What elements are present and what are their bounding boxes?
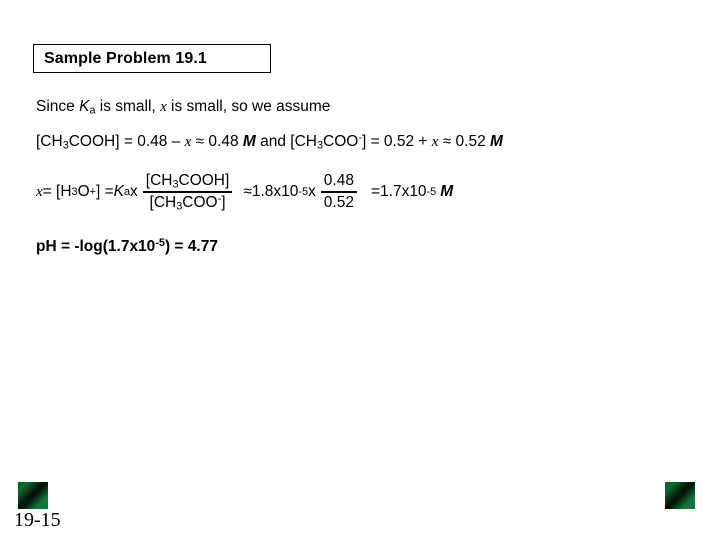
- acetate-open: [CH: [290, 133, 317, 150]
- slide-canvas: Sample Problem 19.1 Since Ka is small, x…: [0, 0, 720, 540]
- assumption-middle: is small,: [95, 98, 161, 115]
- hydronium-oxygen: O: [77, 183, 90, 200]
- result-equals: =: [370, 183, 381, 200]
- page-number: 19-15: [14, 509, 61, 531]
- acid-unit-molar: M: [242, 133, 256, 150]
- num-rest: COOH]: [178, 172, 230, 189]
- assumption-prefix: Since: [36, 98, 80, 115]
- ratio-fraction: 0.48 0.52: [320, 172, 357, 212]
- ratio-denominator: 0.52: [323, 194, 354, 211]
- ph-suffix: ) = 4.77: [164, 238, 218, 255]
- variable-x: x: [160, 99, 167, 115]
- assumption-statement: Since Ka is small, x is small, so we ass…: [36, 98, 330, 116]
- result-unit-molar: M: [440, 183, 454, 200]
- page-title: Sample Problem 19.1: [44, 49, 207, 67]
- acid-approx: ≈ 0.48: [191, 133, 243, 150]
- fraction-numerator-acid: [CH3COOH]: [143, 172, 233, 191]
- concentration-statement: [CH3COOH] = 0.48 – x ≈ 0.48 M and [CH3CO…: [36, 133, 503, 151]
- multiplication-sign-two: x: [308, 183, 316, 200]
- den-rest: COO: [182, 194, 218, 211]
- ka-symbol: K: [79, 98, 90, 115]
- den-open: [CH: [149, 194, 177, 211]
- main-equation: x = [H 3 O +] = Ka x [CH3COOH] [CH3COO-] ≈ …: [36, 172, 454, 213]
- sample-problem-title-box: Sample Problem 19.1: [33, 44, 271, 73]
- equation-equals-one: = [H: [42, 183, 72, 200]
- num-open: [CH: [145, 172, 173, 189]
- assumption-suffix: is small, so we assume: [166, 98, 331, 115]
- ka-value-mantissa: 1.8x10: [251, 183, 299, 200]
- equation-equals-two: ] =: [95, 183, 114, 200]
- result-mantissa: 1.7x10: [380, 183, 427, 200]
- base-approx: ≈ 0.52: [438, 133, 491, 150]
- ratio-numerator: 0.48: [323, 172, 354, 189]
- acetic-acid-open: [CH: [36, 133, 63, 150]
- base-middle: COO: [323, 133, 359, 150]
- base-unit-molar: M: [490, 133, 503, 150]
- ph-exponent: -5: [155, 237, 165, 250]
- green-gradient-square-right-icon: [665, 482, 695, 509]
- acid-middle: COOH] = 0.48 –: [68, 133, 185, 150]
- base-equals: ] = 0.52 +: [361, 133, 432, 150]
- green-gradient-square-left-icon: [18, 482, 48, 509]
- ph-result-statement: pH = -log(1.7x10-5) = 4.77: [36, 238, 218, 255]
- equation-variable-x: x: [36, 183, 43, 200]
- conjunction-and: and: [255, 133, 291, 150]
- equation-ka-symbol: K: [113, 183, 124, 200]
- fraction-denominator-base: [CH3COO-]: [147, 193, 229, 212]
- multiplication-sign-one: x: [130, 183, 138, 200]
- den-close: ]: [221, 194, 226, 211]
- concentration-fraction: [CH3COOH] [CH3COO-]: [142, 172, 233, 212]
- approx-sign: ≈: [243, 183, 252, 200]
- ph-prefix: pH = -log(1.7x10: [36, 238, 156, 255]
